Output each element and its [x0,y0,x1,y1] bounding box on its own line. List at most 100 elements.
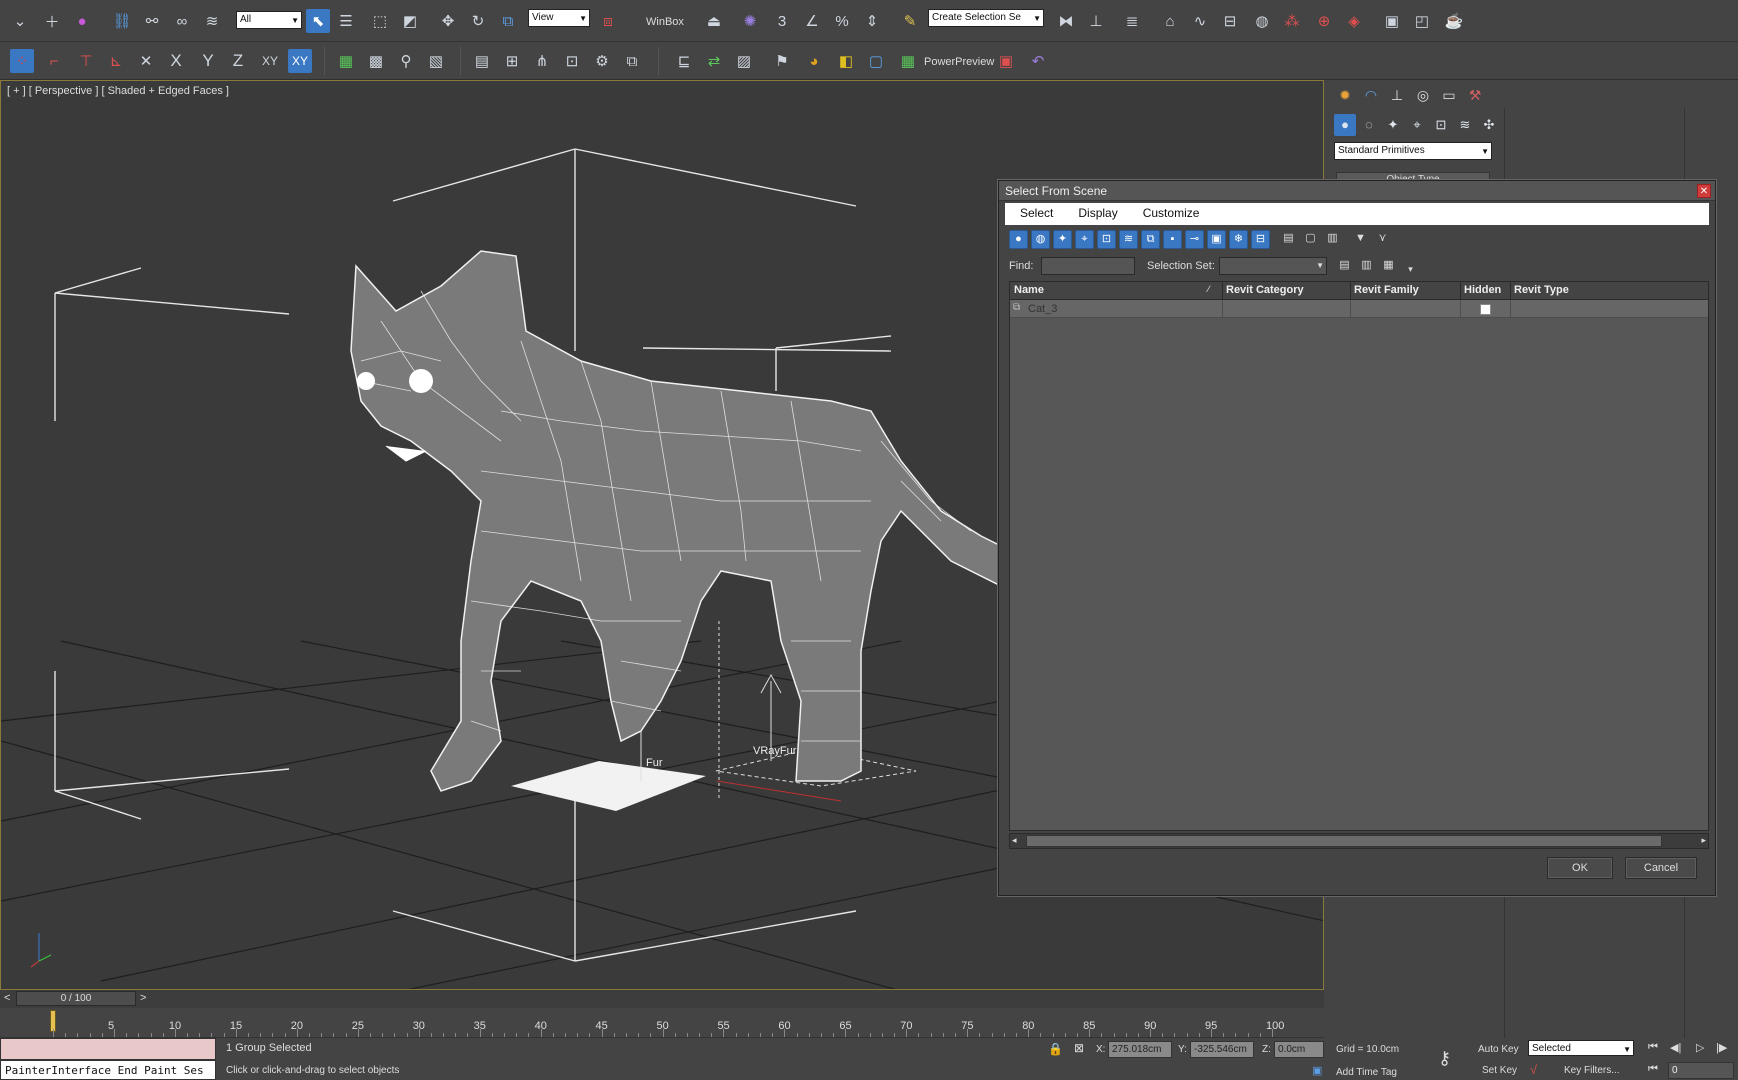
create-selection-set-icon[interactable]: ▤ [1335,257,1354,276]
time-next-icon[interactable]: > [140,992,146,1004]
align-icon[interactable]: ⊥ [1084,9,1108,33]
filter-list-icon[interactable]: ⋎ [1373,230,1392,249]
mirror-icon[interactable]: ⧓ [1054,9,1078,33]
x-coordinate[interactable]: 275.018cm [1108,1041,1172,1058]
display-lights-icon[interactable]: ✦ [1053,230,1072,249]
snap-3d-icon[interactable]: ✺ [738,9,762,33]
set-key-icon[interactable]: √ [1530,1062,1537,1077]
grid-small-icon[interactable]: ▦ [896,49,920,73]
create-tab-icon[interactable]: ✹ [1334,84,1356,106]
column-separator[interactable] [1510,282,1511,300]
time-tag-icon[interactable]: ▣ [1312,1064,1322,1077]
schematic-view-icon[interactable]: ⊟ [1218,9,1242,33]
absolute-mode-icon[interactable]: ⊠ [1074,1041,1084,1055]
axis-xy-button[interactable]: XY [258,49,282,73]
cube-icon[interactable]: ◧ [834,49,858,73]
display-groups-icon[interactable]: ⧉ [1141,230,1160,249]
display-invert-icon[interactable]: ▥ [1323,230,1342,249]
shapes-icon[interactable]: ◌ [1358,114,1380,136]
display-containers-icon[interactable]: ▣ [1207,230,1226,249]
scene-explorer-icon[interactable]: ⌂ [1158,9,1182,33]
column-name[interactable]: Name [1014,284,1044,296]
lights-icon[interactable]: ✦ [1382,114,1404,136]
find-input[interactable] [1041,257,1135,275]
y-coordinate[interactable]: -325.546cm [1190,1041,1254,1058]
horizontal-scrollbar[interactable]: ◂ ▸ [1009,833,1709,849]
sort-icon[interactable]: ⁄ [1208,284,1210,294]
key-mode-icon[interactable]: ⏮ [1648,1063,1658,1076]
display-xrefs-icon[interactable]: ▪ [1163,230,1182,249]
column-revit-family[interactable]: Revit Family [1354,284,1419,296]
timeline-ruler[interactable]: 5 10 15 20 25 30 35 40 45 50 55 60 65 70 75 80 85 90 95 100 [0,1008,1324,1038]
slate-material-icon[interactable]: ⁂ [1280,9,1304,33]
render-production-icon[interactable]: ◰ [1410,9,1434,33]
display-helpers-icon[interactable]: ⊡ [1097,230,1116,249]
checker-icon[interactable]: ▩ [364,49,388,73]
scrollbar-thumb[interactable] [1026,835,1662,847]
z-coordinate[interactable]: 0.0cm [1274,1041,1324,1058]
dialog-title[interactable]: Select From Scene [999,181,1715,201]
auto-key-button[interactable]: Auto Key [1478,1044,1519,1055]
key-mode-dropdown[interactable]: Selected ▼ [1528,1040,1634,1056]
spinner-snap-icon[interactable]: ⇕ [860,9,884,33]
checker-pattern-icon[interactable]: ▧ [424,49,448,73]
go-to-start-icon[interactable]: ⏮ [1648,1041,1658,1054]
column-separator[interactable] [1222,282,1223,300]
axis-x-button[interactable]: X [164,49,188,73]
key-icon[interactable]: ⚷ [1438,1048,1451,1069]
scale-icon[interactable]: ⧉ [496,9,520,33]
space-warps-icon[interactable]: ≋ [1454,114,1476,136]
scroll-left-icon[interactable]: ◂ [1012,835,1017,846]
edit-named-selection-icon[interactable]: ✎ [898,9,922,33]
menu-select[interactable]: Select [1005,203,1063,220]
display-hidden-icon[interactable]: ⊟ [1251,230,1270,249]
panel-icon[interactable]: ▤ [470,49,494,73]
nodes-icon[interactable]: ⋔ [530,49,554,73]
network-icon[interactable]: ⊞ [500,49,524,73]
render-icon[interactable]: ◈ [1342,9,1366,33]
pivot-center-icon[interactable]: ⧈ [596,9,620,33]
set-key-button[interactable]: Set Key [1482,1065,1517,1076]
flag-icon[interactable]: ⚑ [770,49,794,73]
add-to-selection-set-icon[interactable]: ▥ [1357,257,1376,276]
column-hidden[interactable]: Hidden [1464,284,1501,296]
next-frame-icon[interactable]: |▶ [1716,1041,1727,1054]
display-cameras-icon[interactable]: ⌖ [1075,230,1094,249]
reference-coordinate-dropdown[interactable]: View ▼ [528,9,590,27]
modify-tab-icon[interactable]: ◠ [1360,84,1382,106]
menu-customize[interactable]: Customize [1128,203,1210,220]
time-slider-thumb[interactable]: 0 / 100 [16,991,136,1006]
plus-icon[interactable]: ＋ [40,9,64,33]
cancel-button[interactable]: Cancel [1625,857,1697,879]
display-all-icon[interactable]: ▤ [1279,230,1298,249]
maxscript-listener[interactable] [0,1038,216,1060]
zoom-icon[interactable]: ⚲ [394,49,418,73]
remove-from-selection-set-icon[interactable]: ▦ [1379,257,1398,276]
chevron-down-icon[interactable]: ⌄ [8,9,32,33]
snap-midpoint-icon[interactable]: ⊤ [74,49,98,73]
geometry-icon[interactable]: ● [1334,114,1356,136]
teapot-icon[interactable]: ☕ [1442,9,1466,33]
select-object-icon[interactable]: ⬉ [306,9,330,33]
snap-tangent-icon[interactable]: ✕ [134,49,158,73]
column-separator[interactable] [1350,282,1351,300]
move-icon[interactable]: ✥ [436,9,460,33]
filter-icon[interactable]: ▼ [1351,230,1370,249]
lock-icon[interactable]: 🔒 [1048,1042,1063,1056]
previous-frame-icon[interactable]: ◀| [1670,1041,1681,1054]
key-filters-button[interactable]: Key Filters... [1564,1065,1620,1076]
display-shapes-icon[interactable]: ◍ [1031,230,1050,249]
color-wheel-icon[interactable]: ◕ [802,49,826,73]
percent-snap-icon[interactable]: % [830,9,854,33]
checker-box-icon[interactable]: ▨ [732,49,756,73]
play-icon[interactable]: ▷ [1696,1041,1704,1054]
unlink-icon[interactable]: ⚯ [140,9,164,33]
unlink-selection-icon[interactable]: ∞ [170,9,194,33]
current-frame-field[interactable]: 0 [1668,1062,1734,1079]
cameras-icon[interactable]: ⌖ [1406,114,1428,136]
layer-manager-icon[interactable]: ≣ [1120,9,1144,33]
display-bones-icon[interactable]: ⊸ [1185,230,1204,249]
display-tab-icon[interactable]: ▭ [1438,84,1460,106]
snap-point-icon[interactable]: ⁘ [10,49,34,73]
display-none-icon[interactable]: ▢ [1301,230,1320,249]
